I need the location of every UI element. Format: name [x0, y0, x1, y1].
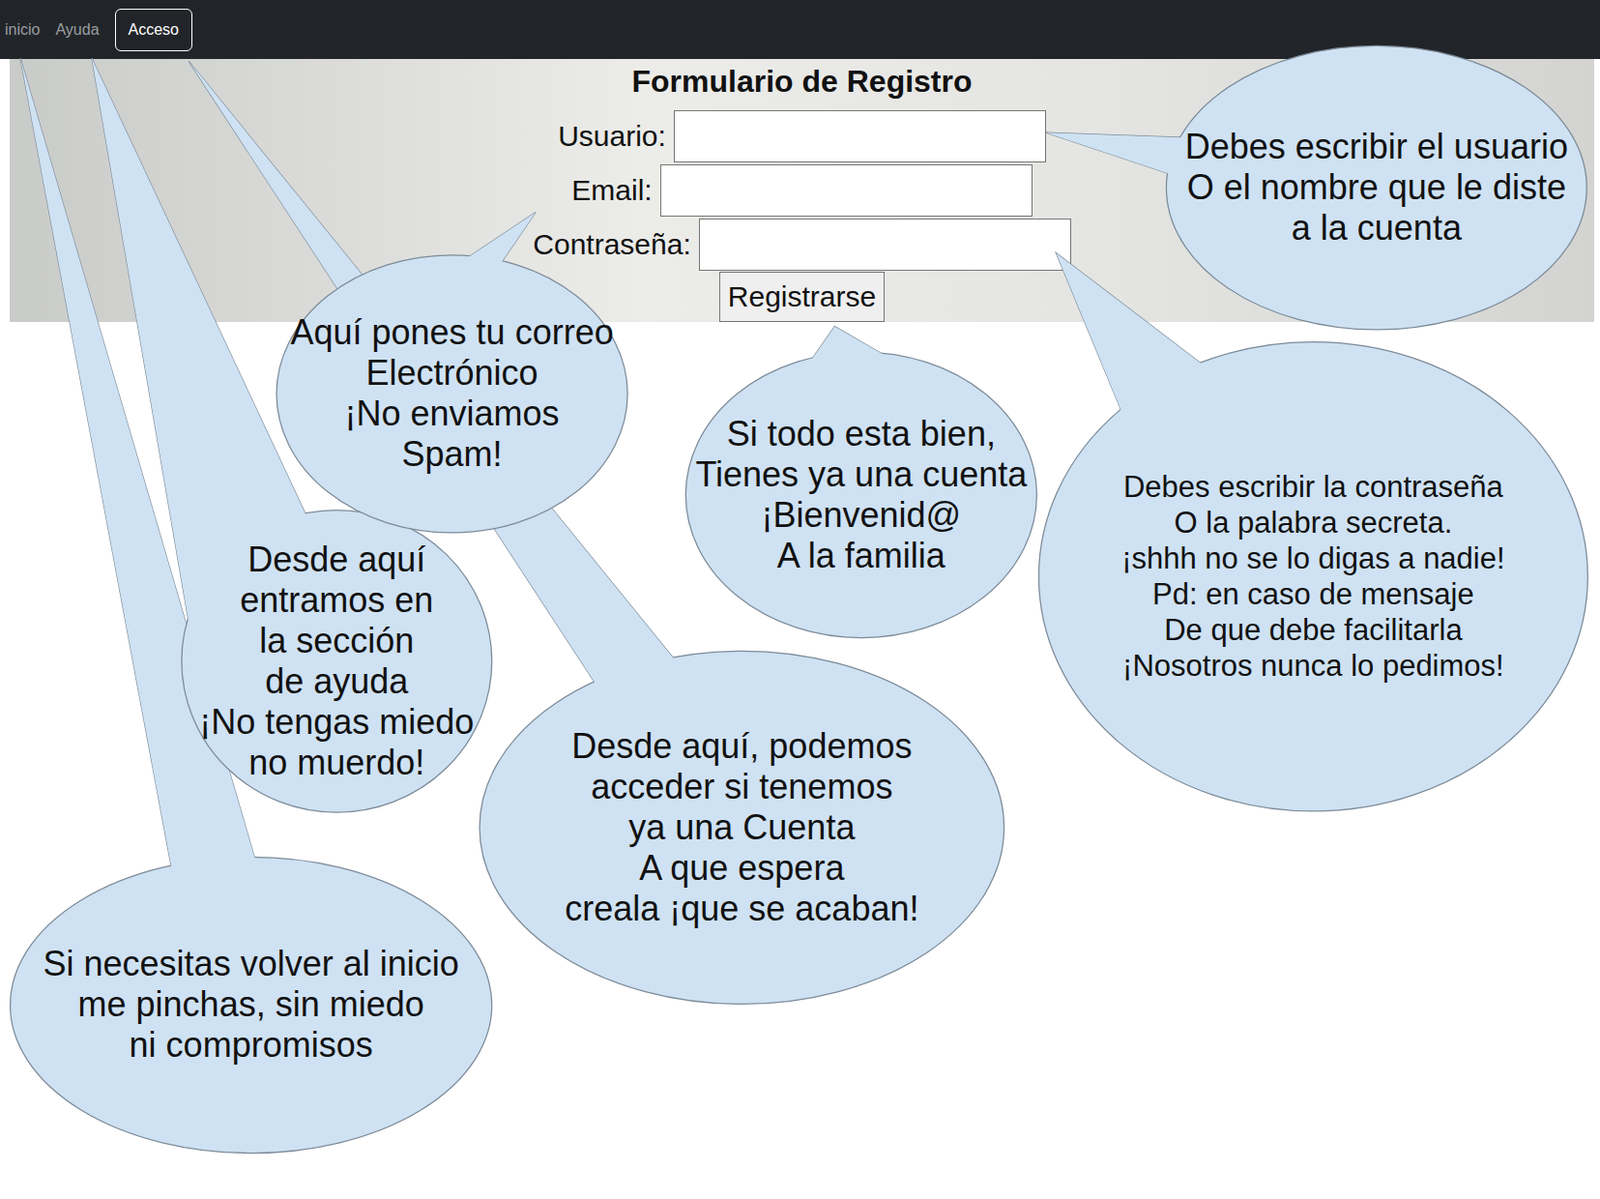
- callout-text: Si necesitas volver al iniciome pinchas,…: [43, 943, 460, 1066]
- callout-bubble: [1046, 45, 1587, 329]
- callout-line: Pd: en caso de mensaje: [1121, 576, 1505, 612]
- callout-line: entramos en: [199, 580, 474, 621]
- callout-bubble: [276, 212, 628, 533]
- field-label: Usuario:: [557, 118, 667, 154]
- callout-line: a la cuenta: [1185, 207, 1569, 249]
- callout-line: ni compromisos: [43, 1024, 460, 1066]
- callout-line: ¡Nosotros nunca lo pedimos!: [1121, 647, 1505, 684]
- field-label: Email:: [571, 173, 652, 208]
- callout-text: Aquí pones tu correoElectrónico¡No envia…: [290, 312, 613, 475]
- callout-text: Debes escribir el usuarioO el nombre que…: [1185, 126, 1569, 249]
- callout-line: Desde aquí: [199, 539, 474, 581]
- callout-line: Debes escribir la contraseña: [1121, 468, 1505, 505]
- nav-link[interactable]: Ayuda: [55, 18, 99, 42]
- callout-line: me pinchas, sin miedo: [43, 984, 460, 1025]
- callout-line: Electrónico: [290, 352, 613, 394]
- field-label: Contraseña:: [532, 227, 691, 262]
- callout-line: Tienes ya una cuenta: [695, 454, 1027, 495]
- nav-button[interactable]: Acceso: [115, 8, 193, 52]
- form-row: Usuario:: [557, 109, 1047, 164]
- callout-bubble: [685, 326, 1037, 639]
- text-input[interactable]: [660, 164, 1033, 217]
- callout-line: A la familia: [695, 535, 1027, 577]
- callout-line: O la palabra secreta.: [1121, 504, 1505, 541]
- callout-line: no muerdo!: [199, 742, 474, 784]
- callout-text: Debes escribir la contraseñaO la palabra…: [1121, 468, 1505, 684]
- callout-line: ya una Cuenta: [564, 807, 919, 848]
- callout-line: ¡No enviamos: [290, 393, 613, 435]
- page: inicio Ayuda Acceso Formulario de Registro U…: [0, 0, 1600, 1199]
- callout-line: la sección: [199, 620, 474, 662]
- callout-text: Si todo esta bien,Tienes ya una cuenta¡B…: [695, 413, 1027, 577]
- form-row: Contraseña:: [532, 217, 1071, 272]
- callout-bubble: [10, 58, 493, 1153]
- callout-text: Desde aquí, podemosacceder si tenemosya …: [564, 726, 919, 930]
- form-title: Formulario de Registro: [631, 62, 972, 100]
- callout-text: Desde aquíentramos enla secciónde ayuda¡…: [199, 539, 474, 784]
- callout-line: De que debe facilitarla: [1121, 611, 1505, 648]
- callout-line: Debes escribir el usuario: [1185, 126, 1569, 168]
- callout-line: O el nombre que le diste: [1185, 167, 1569, 208]
- callout-line: Si todo esta bien,: [695, 413, 1027, 455]
- callout-line: Si necesitas volver al inicio: [43, 943, 460, 985]
- form-row: Email:: [571, 163, 1032, 218]
- text-input[interactable]: [698, 218, 1072, 271]
- callout-line: ¡shhh no se lo digas a nadie!: [1121, 540, 1505, 577]
- callout-line: creala ¡que se acaban!: [564, 888, 919, 930]
- callout-line: de ayuda: [199, 661, 474, 702]
- text-input[interactable]: [673, 110, 1047, 163]
- callout-line: A que espera: [564, 847, 919, 889]
- callout-bubble: [1038, 253, 1588, 812]
- callout-line: Aquí pones tu correo: [290, 312, 613, 353]
- submit-button[interactable]: Registrarse: [719, 271, 885, 322]
- callout-line: Spam!: [290, 434, 613, 475]
- navbar: inicio Ayuda Acceso: [0, 0, 1600, 59]
- callout-line: ¡Bienvenid@: [695, 494, 1027, 536]
- callout-line: Desde aquí, podemos: [564, 726, 919, 767]
- callout-line: acceder si tenemos: [564, 766, 919, 808]
- nav-link[interactable]: inicio: [4, 18, 40, 42]
- callout-line: ¡No tengas miedo: [199, 701, 474, 743]
